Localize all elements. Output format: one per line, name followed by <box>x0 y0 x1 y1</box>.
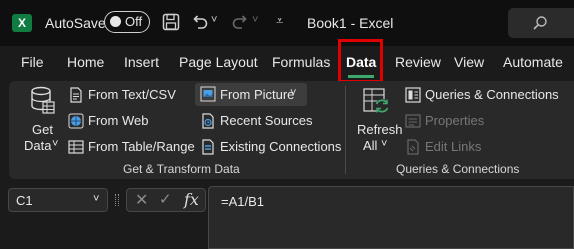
from-web-label: From Web <box>88 113 149 128</box>
from-picture-button[interactable]: From Picture ˅ <box>195 83 307 106</box>
connections-icon <box>202 139 214 155</box>
existing-connections-label: Existing Connections <box>220 139 342 154</box>
group-label-queries: Queries & Connections <box>396 162 520 176</box>
properties-icon <box>405 114 421 128</box>
autosave-toggle[interactable]: Off <box>104 11 150 33</box>
tab-view[interactable]: View <box>454 54 484 70</box>
table-icon <box>68 140 84 154</box>
document-title: Book1 - Excel <box>307 15 394 31</box>
resize-handle[interactable] <box>115 194 119 206</box>
from-picture-label: From Picture <box>220 87 295 102</box>
chevron-down-icon[interactable]: ˅ <box>93 193 99 205</box>
tab-page-layout[interactable]: Page Layout <box>179 54 258 70</box>
chevron-down-icon: ˅ <box>381 138 388 150</box>
formula-value: =A1/B1 <box>221 194 265 209</box>
queries-connections-label: Queries & Connections <box>425 87 559 102</box>
recent-sources-button[interactable]: Recent Sources <box>200 112 313 130</box>
autosave-state: Off <box>125 14 143 29</box>
redo-icon[interactable] <box>231 13 249 31</box>
recent-sources-icon <box>202 113 214 129</box>
queries-connections-button[interactable]: Queries & Connections <box>405 86 565 104</box>
name-box[interactable]: C1 ˅ <box>8 188 108 212</box>
formula-controls: ✕ ✓ fx <box>126 188 206 212</box>
get-data-label-2: Data <box>24 138 52 153</box>
globe-icon <box>68 113 84 129</box>
excel-logo-icon: X <box>12 14 32 32</box>
undo-icon[interactable] <box>191 13 209 31</box>
edit-links-button[interactable]: Edit Links <box>405 138 505 156</box>
formula-input[interactable]: =A1/B1 <box>208 186 574 249</box>
tab-file[interactable]: File <box>21 54 44 70</box>
from-table-range-button[interactable]: From Table/Range <box>68 138 195 156</box>
existing-connections-button[interactable]: Existing Connections <box>200 138 342 156</box>
insert-function-icon[interactable]: fx <box>184 190 199 209</box>
customize-dropdown-icon[interactable]: ⩡ <box>276 13 283 29</box>
from-text-csv-label: From Text/CSV <box>88 87 176 102</box>
tab-home[interactable]: Home <box>67 54 104 70</box>
recent-sources-label: Recent Sources <box>220 113 313 128</box>
from-web-button[interactable]: From Web <box>68 112 192 130</box>
name-box-value: C1 <box>16 193 33 208</box>
refresh-icon <box>363 88 389 113</box>
refresh-label-1: Refresh <box>357 122 403 137</box>
search-box[interactable] <box>508 8 574 38</box>
get-data-label-1: Get <box>32 122 53 137</box>
tab-review[interactable]: Review <box>395 54 441 70</box>
edit-links-icon <box>407 139 419 155</box>
toggle-knob <box>110 16 121 27</box>
group-label-get-transform: Get & Transform Data <box>123 162 240 176</box>
tab-automate[interactable]: Automate <box>503 54 563 70</box>
get-data-button[interactable]: Get Data ˅ <box>22 86 62 156</box>
refresh-all-button[interactable]: Refresh All ˅ <box>355 86 403 156</box>
text-file-icon <box>70 87 82 103</box>
redo-dropdown-icon[interactable]: ˅ <box>252 14 258 26</box>
edit-links-label: Edit Links <box>425 139 482 154</box>
database-icon <box>31 86 55 114</box>
autosave-label: AutoSave <box>45 15 106 31</box>
enter-icon[interactable]: ✓ <box>159 190 172 208</box>
properties-button[interactable]: Properties <box>405 112 505 130</box>
undo-dropdown-icon[interactable]: ˅ <box>211 14 217 26</box>
cancel-icon[interactable]: ✕ <box>135 190 148 210</box>
search-icon <box>533 16 547 30</box>
from-table-range-label: From Table/Range <box>88 139 195 154</box>
queries-icon <box>405 87 421 103</box>
chevron-down-icon: ˅ <box>52 138 59 150</box>
from-text-csv-button[interactable]: From Text/CSV <box>68 86 192 104</box>
group-separator <box>345 86 346 174</box>
tab-formulas[interactable]: Formulas <box>272 54 330 70</box>
chevron-down-icon: ˅ <box>290 87 297 99</box>
properties-label: Properties <box>425 113 485 128</box>
save-icon[interactable] <box>162 13 180 31</box>
tab-insert[interactable]: Insert <box>124 54 159 70</box>
refresh-label-2: All <box>363 138 378 153</box>
picture-icon <box>200 86 216 102</box>
data-tab-highlight <box>338 39 383 83</box>
